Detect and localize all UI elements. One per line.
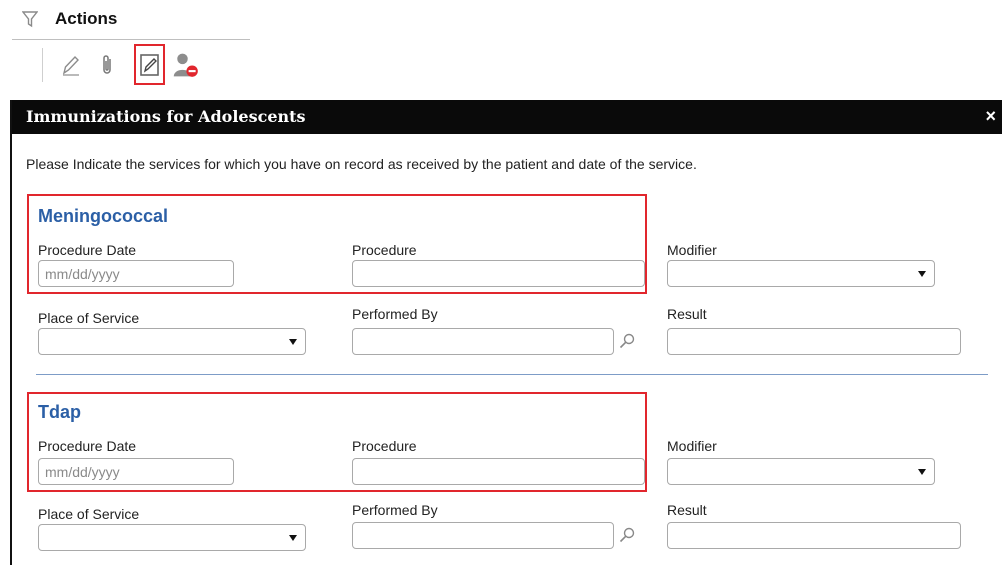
close-icon[interactable]: × [985,106,996,126]
actions-header[interactable]: Actions [22,6,117,32]
performed-by-label: Performed By [352,306,438,322]
section-title: Meningococcal [38,206,169,226]
performed-by-label: Performed By [352,502,438,518]
result-label: Result [667,306,707,322]
procedure-date-input[interactable]: mm/dd/yyyy [38,458,234,485]
dropdown-arrow-icon [918,469,926,475]
section-divider [36,374,988,375]
modifier-select[interactable] [667,458,935,485]
dropdown-arrow-icon [918,271,926,277]
place-of-service-label: Place of Service [38,506,140,522]
actions-title: Actions [55,9,118,28]
dialog-title: Immunizations for Adolescents [26,107,306,126]
procedure-date-label: Procedure Date [38,242,137,258]
immunizations-dialog: Immunizations for Adolescents × Please I… [10,100,1002,565]
modifier-label: Modifier [667,242,717,258]
section-tdap: Tdap Procedure Date mm/dd/yyyy Procedure… [12,386,1002,565]
remove-user-button[interactable] [172,50,200,80]
search-icon[interactable] [618,526,636,544]
user-remove-icon [173,53,198,77]
paperclip-icon [103,55,111,74]
procedure-input[interactable] [352,458,645,485]
edit-button[interactable] [57,50,85,80]
procedure-date-label: Procedure Date [38,438,137,454]
section-meningococcal: Meningococcal Procedure Date mm/dd/yyyy … [12,190,1002,360]
toolbar-separator [42,48,43,82]
section-title: Tdap [38,402,81,422]
edit-form-icon [139,53,159,76]
dialog-titlebar: Immunizations for Adolescents × [12,100,1002,134]
procedure-label: Procedure [352,438,417,454]
actions-toolbar [42,44,242,86]
filter-icon [22,11,38,28]
pencil-icon [62,55,79,76]
place-of-service-select[interactable] [38,328,306,355]
modifier-label: Modifier [667,438,717,454]
place-of-service-select[interactable] [38,524,306,551]
result-input[interactable] [667,328,961,355]
actions-divider [12,39,250,40]
performed-by-input[interactable] [352,522,614,549]
procedure-input[interactable] [352,260,645,287]
procedure-date-input[interactable]: mm/dd/yyyy [38,260,234,287]
attach-button[interactable] [93,50,121,80]
edit-form-button[interactable] [134,44,165,85]
dropdown-arrow-icon [289,339,297,345]
performed-by-input[interactable] [352,328,614,355]
place-of-service-label: Place of Service [38,310,140,326]
instruction-text: Please Indicate the services for which y… [26,156,697,172]
dropdown-arrow-icon [289,535,297,541]
procedure-label: Procedure [352,242,417,258]
result-label: Result [667,502,707,518]
search-icon[interactable] [618,332,636,350]
modifier-select[interactable] [667,260,935,287]
result-input[interactable] [667,522,961,549]
